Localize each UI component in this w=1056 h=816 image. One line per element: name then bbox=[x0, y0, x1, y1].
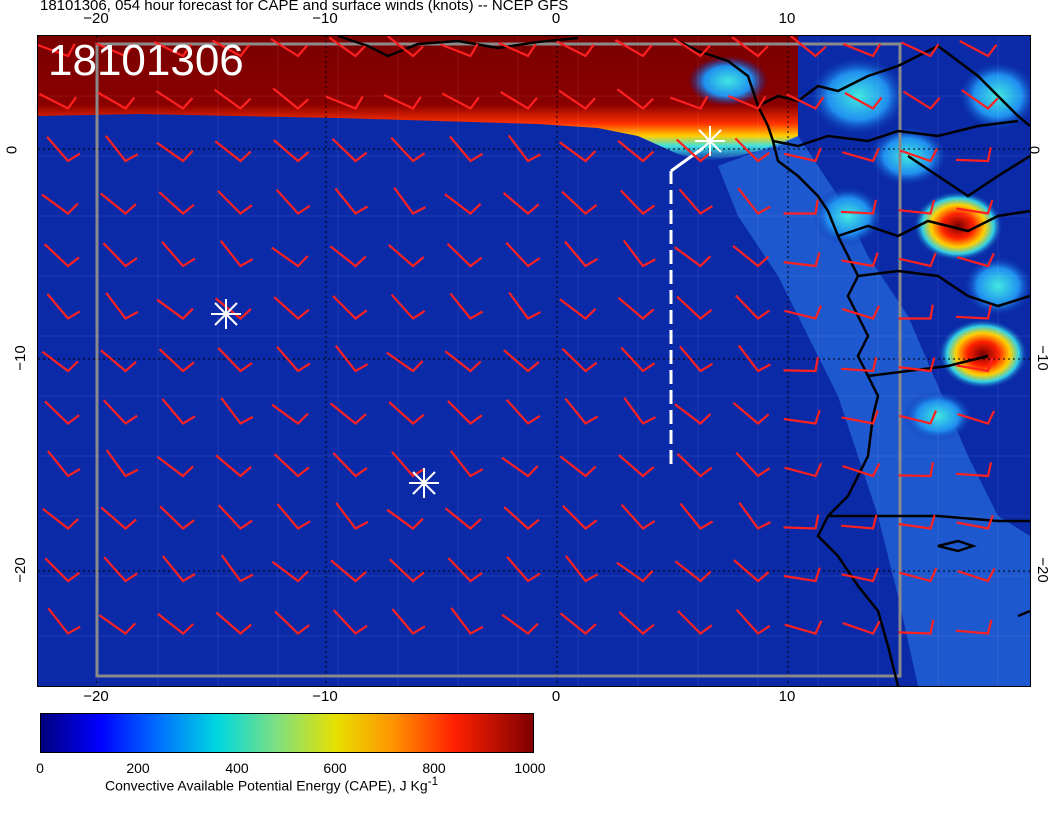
colorbar-tick: 800 bbox=[422, 760, 446, 776]
colorbar-label: Convective Available Potential Energy (C… bbox=[105, 775, 438, 794]
colorbar-tick: 400 bbox=[225, 760, 249, 776]
cape-map bbox=[38, 36, 1030, 686]
asterisk-marker bbox=[211, 299, 241, 329]
lat-tick-left: −20 bbox=[12, 557, 30, 583]
cape-cyan-spot bbox=[963, 256, 1030, 316]
lon-tick-top: 10 bbox=[778, 10, 796, 27]
map-panel bbox=[37, 35, 1031, 687]
cape-hotspot bbox=[938, 319, 1028, 389]
lat-tick-right: −20 bbox=[1034, 557, 1052, 583]
forecast-stamp: 18101306 bbox=[48, 36, 244, 85]
map-title: 18101306, 054 hour forecast for CAPE and… bbox=[40, 0, 569, 14]
colorbar bbox=[40, 713, 534, 753]
lon-tick-bottom: −20 bbox=[83, 688, 109, 705]
colorbar-tick: 600 bbox=[323, 760, 347, 776]
colorbar-tick: 0 bbox=[36, 760, 44, 776]
lon-tick-bottom: 0 bbox=[551, 688, 561, 705]
lon-tick-top: −20 bbox=[83, 10, 109, 27]
lat-tick-left: −10 bbox=[12, 345, 30, 371]
lon-tick-top: −10 bbox=[312, 10, 338, 27]
asterisk-marker bbox=[695, 126, 725, 156]
lat-tick-left: 0 bbox=[3, 145, 21, 155]
asterisk-marker bbox=[409, 468, 439, 498]
lon-tick-bottom: 10 bbox=[778, 688, 796, 705]
colorbar-tick: 200 bbox=[126, 760, 150, 776]
lon-tick-top: 0 bbox=[551, 10, 561, 27]
cape-hotspot bbox=[913, 191, 1003, 261]
colorbar-tick: 1000 bbox=[514, 760, 546, 776]
colorbar-label-sup: -1 bbox=[427, 775, 439, 788]
lat-tick-right: −10 bbox=[1034, 345, 1052, 371]
colorbar-label-text: Convective Available Potential Energy (C… bbox=[105, 777, 428, 794]
lon-tick-bottom: −10 bbox=[312, 688, 338, 705]
